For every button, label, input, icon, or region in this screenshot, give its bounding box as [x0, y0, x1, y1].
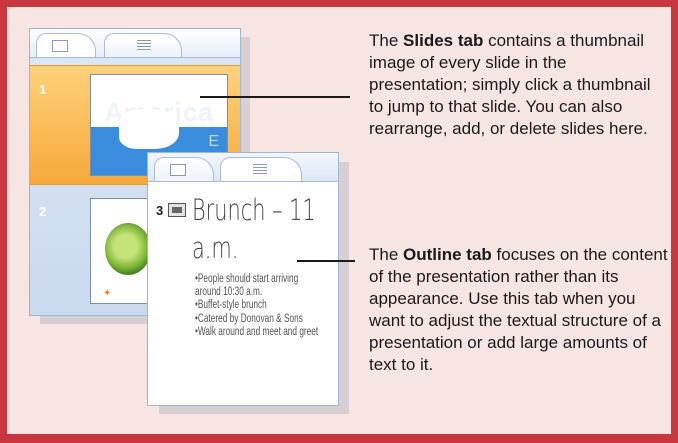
outline-tab-icon [137, 40, 151, 50]
outline-pane-tabbar [148, 153, 338, 182]
outline-slide-title[interactable]: Brunch – 11 a.m. [192, 191, 329, 267]
outline-pane: 3 Brunch – 11 a.m. •People should start … [147, 152, 339, 406]
slides-callout-leader [200, 96, 350, 98]
thumbnail-subtitle: E [208, 133, 219, 150]
outline-tab[interactable] [104, 33, 182, 57]
slide-icon[interactable] [168, 203, 186, 217]
figure-frame: 1 America E 2 ✦ [0, 0, 678, 443]
outline-bullet[interactable]: •Catered by Donovan & Sons [195, 313, 325, 326]
callout-term: Outline tab [403, 245, 492, 264]
slides-tab-icon [170, 164, 186, 176]
slide-number: 1 [39, 82, 47, 97]
callout-text: The [369, 31, 404, 50]
outline-slide-number: 3 [156, 203, 164, 218]
outline-bullet[interactable]: •Walk around and meet and greet [195, 326, 325, 339]
callout-term: Slides tab [403, 31, 484, 50]
slide-number: 2 [39, 204, 47, 219]
outline-bullet[interactable]: •People should start arriving around 10:… [195, 273, 325, 299]
outline-tab[interactable] [220, 157, 302, 181]
outline-tab-callout: The Outline tab focuses on the content o… [369, 244, 669, 376]
slides-pane-tabbar [30, 29, 240, 58]
callout-text: The [369, 245, 404, 264]
slides-tab[interactable] [154, 157, 214, 181]
slides-tab-icon [52, 40, 68, 52]
outline-bullet-list: •People should start arriving around 10:… [195, 273, 325, 339]
us-map-icon [119, 109, 179, 149]
slides-tab-callout: The Slides tab contains a thumbnail imag… [369, 30, 669, 140]
star-icon: ✦ [103, 288, 112, 299]
hops-image-icon [105, 223, 151, 275]
outline-bullet[interactable]: •Buffet-style brunch [195, 299, 325, 312]
outline-callout-leader [297, 260, 355, 262]
callout-text: focuses on the content of the presentati… [369, 245, 668, 374]
outline-tab-icon [253, 164, 267, 174]
slides-tab[interactable] [36, 33, 96, 57]
